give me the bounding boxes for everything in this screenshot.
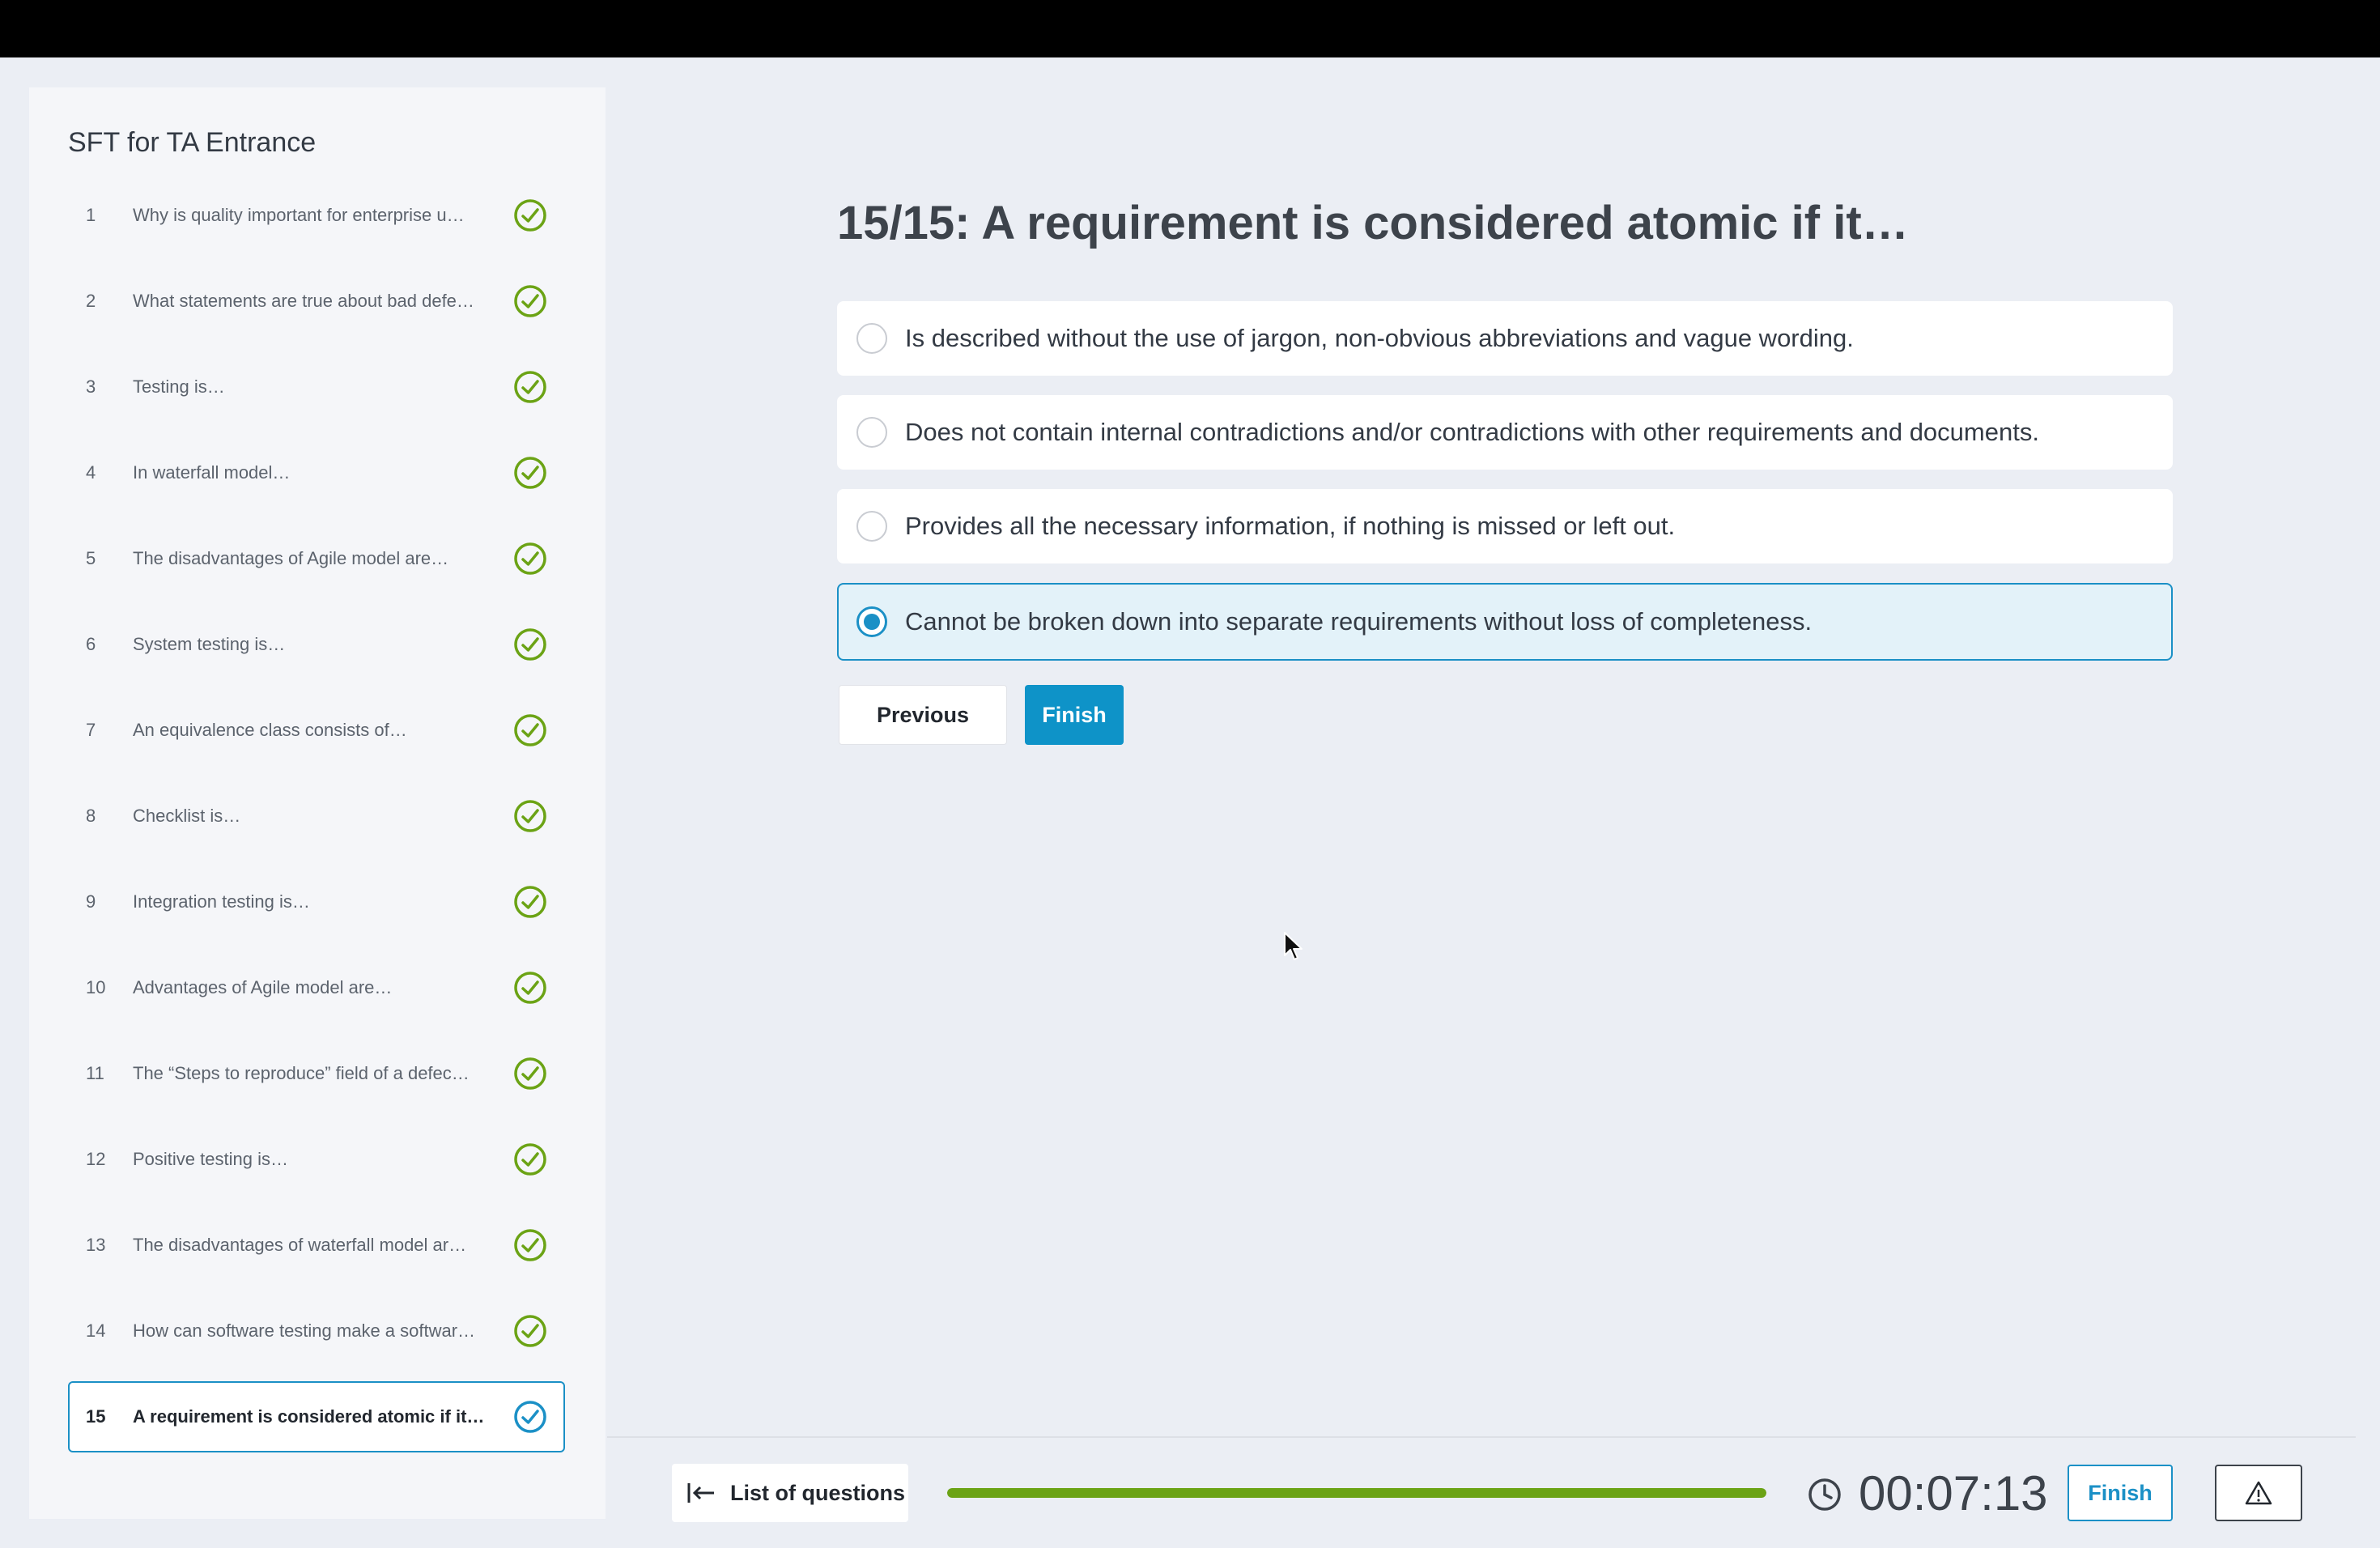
question-label: Why is quality important for enterprise … <box>133 205 465 225</box>
question-sidebar: SFT for TA Entrance 1 Why is quality impo… <box>29 87 606 1519</box>
timer-display: 00:07:13 <box>1859 1466 2048 1520</box>
question-item[interactable]: 4 In waterfall model… <box>68 437 565 508</box>
question-label: An equivalence class consists of… <box>133 720 407 740</box>
answer-option[interactable]: Provides all the necessary information, … <box>837 489 2173 563</box>
question-item[interactable]: 12 Positive testing is… <box>68 1124 565 1195</box>
question-item[interactable]: 7 An equivalence class consists of… <box>68 695 565 766</box>
question-number: 2 <box>86 291 96 311</box>
question-label: The disadvantages of Agile model are… <box>133 548 449 568</box>
question-number: 9 <box>86 891 96 912</box>
answer-option-text: Cannot be broken down into separate requ… <box>905 607 1813 636</box>
check-circle-icon <box>514 1229 546 1261</box>
answer-option-text: Does not contain internal contradictions… <box>905 418 2039 446</box>
question-label: In waterfall model… <box>133 462 291 483</box>
check-circle-icon <box>514 972 546 1004</box>
question-label: How can software testing make a softwar… <box>133 1320 476 1341</box>
answer-option-text: Provides all the necessary information, … <box>905 512 1676 540</box>
question-title: 15/15: A requirement is considered atomi… <box>837 197 1909 249</box>
question-number: 12 <box>86 1149 106 1169</box>
footer-finish-button[interactable]: Finish <box>2068 1465 2173 1521</box>
mouse-cursor-icon <box>1284 932 1303 960</box>
question-number: 11 <box>86 1063 104 1083</box>
check-circle-icon <box>514 285 546 317</box>
answer-option[interactable]: Is described without the use of jargon, … <box>837 301 2173 376</box>
progress-fill <box>947 1488 1766 1498</box>
answer-options: Is described without the use of jargon, … <box>837 301 2173 680</box>
arrow-left-bar-icon <box>687 1483 714 1503</box>
radio-button[interactable] <box>856 606 887 637</box>
question-item[interactable]: 8 Checklist is… <box>68 780 565 852</box>
question-number: 1 <box>86 205 96 225</box>
question-item[interactable]: 10 Advantages of Agile model are… <box>68 952 565 1023</box>
question-item[interactable]: 6 System testing is… <box>68 609 565 680</box>
question-label: Checklist is… <box>133 806 241 826</box>
check-circle-icon <box>514 457 546 489</box>
check-circle-icon <box>514 1143 546 1176</box>
question-number: 14 <box>86 1320 106 1341</box>
footer-divider <box>607 1436 2356 1438</box>
question-label: Positive testing is… <box>133 1149 288 1169</box>
question-label: Testing is… <box>133 376 225 397</box>
question-label: Integration testing is… <box>133 891 310 912</box>
question-item[interactable]: 1 Why is quality important for enterprise… <box>68 180 565 251</box>
check-circle-icon <box>514 1401 546 1433</box>
check-circle-icon <box>514 1057 546 1090</box>
question-item[interactable]: 9 Integration testing is… <box>68 866 565 938</box>
question-item[interactable]: 13 The disadvantages of waterfall model a… <box>68 1210 565 1281</box>
question-item[interactable]: 11 The “Steps to reproduce” field of a de… <box>68 1038 565 1109</box>
warning-triangle-icon <box>2245 1481 2272 1505</box>
question-number: 5 <box>86 548 96 568</box>
sidebar-title: SFT for TA Entrance <box>68 127 317 158</box>
question-number: 3 <box>86 376 96 397</box>
radio-button[interactable] <box>856 511 887 542</box>
question-number: 8 <box>86 806 96 826</box>
report-problem-button[interactable] <box>2215 1465 2302 1521</box>
question-number: 13 <box>86 1235 106 1255</box>
check-circle-icon <box>514 714 546 746</box>
check-circle-icon <box>514 199 546 232</box>
clock-icon <box>1808 1478 1841 1511</box>
question-item[interactable]: 3 Testing is… <box>68 351 565 423</box>
question-label: The “Steps to reproduce” field of a defe… <box>133 1063 470 1083</box>
radio-button[interactable] <box>856 417 887 448</box>
question-number: 4 <box>86 462 96 483</box>
answer-option-text: Is described without the use of jargon, … <box>905 324 1854 352</box>
question-item[interactable]: 15 A requirement is considered atomic if … <box>68 1381 565 1452</box>
question-label: The disadvantages of waterfall model ar… <box>133 1235 467 1255</box>
question-item[interactable]: 14 How can software testing make a softwa… <box>68 1295 565 1367</box>
top-bar <box>0 0 2380 57</box>
question-number: 10 <box>86 977 106 997</box>
question-label: System testing is… <box>133 634 286 654</box>
question-label: What statements are true about bad defe… <box>133 291 474 311</box>
answer-option[interactable]: Cannot be broken down into separate requ… <box>837 583 2173 661</box>
question-number: 7 <box>86 720 96 740</box>
check-circle-icon <box>514 628 546 661</box>
question-item[interactable]: 5 The disadvantages of Agile model are… <box>68 523 565 594</box>
check-circle-icon <box>514 886 546 918</box>
check-circle-icon <box>514 371 546 403</box>
question-label: Advantages of Agile model are… <box>133 977 393 997</box>
previous-button[interactable]: Previous <box>839 685 1007 745</box>
radio-button[interactable] <box>856 323 887 354</box>
question-list: 1 Why is quality important for enterprise… <box>68 180 567 1452</box>
question-label: A requirement is considered atomic if it… <box>133 1406 485 1427</box>
check-circle-icon <box>514 800 546 832</box>
check-circle-icon <box>514 1315 546 1347</box>
list-of-questions-button[interactable]: List of questions <box>672 1464 908 1522</box>
list-of-questions-label: List of questions <box>730 1480 905 1505</box>
finish-button[interactable]: Finish <box>1025 685 1124 745</box>
check-circle-icon <box>514 542 546 575</box>
progress-bar <box>947 1488 1766 1498</box>
question-number: 6 <box>86 634 96 654</box>
question-number: 15 <box>86 1406 106 1427</box>
question-item[interactable]: 2 What statements are true about bad defe… <box>68 266 565 337</box>
answer-option[interactable]: Does not contain internal contradictions… <box>837 395 2173 470</box>
